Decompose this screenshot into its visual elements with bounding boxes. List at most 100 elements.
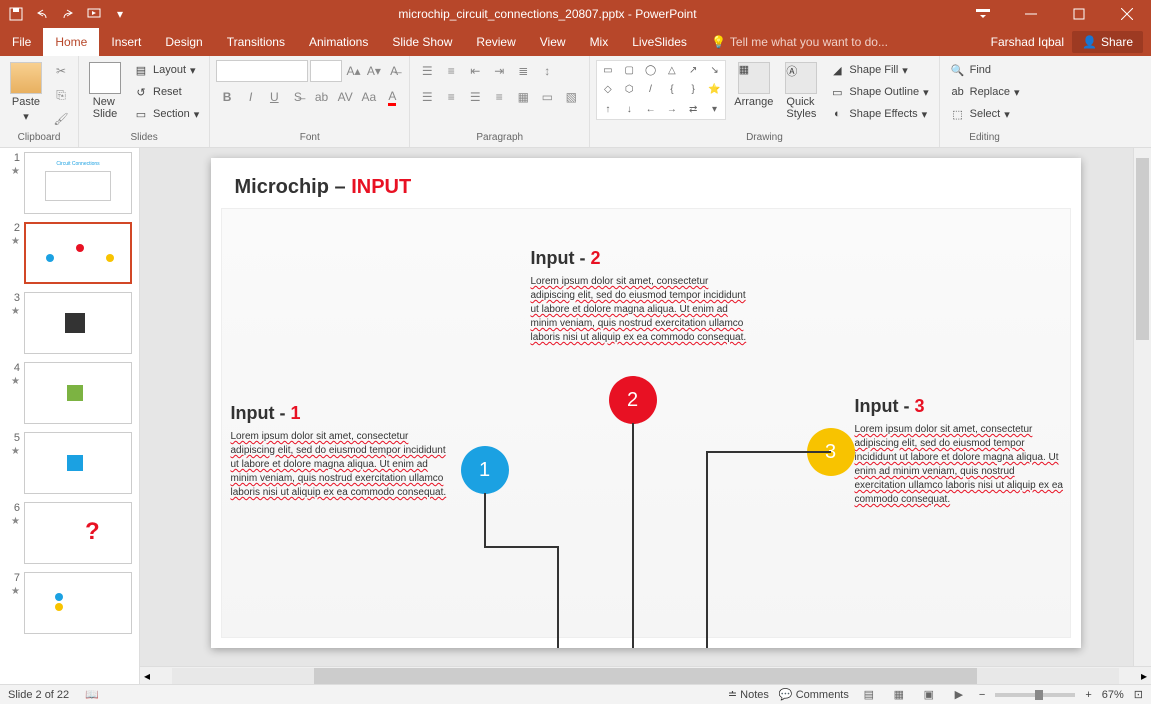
circle-1[interactable]: 1 (461, 446, 509, 494)
zoom-thumb[interactable] (1035, 690, 1043, 700)
case-icon[interactable]: Aa (358, 86, 380, 108)
thumb-1[interactable]: 1★Circuit Connections (4, 152, 135, 214)
redo-icon[interactable] (56, 2, 80, 26)
slide-title[interactable]: Microchip – INPUT (235, 176, 412, 199)
hscroll-thumb[interactable] (314, 668, 977, 684)
input-block-1[interactable]: Input - 1 Lorem ipsum dolor sit amet, co… (231, 403, 451, 500)
zoom-out-icon[interactable]: − (979, 689, 985, 701)
ribbon-options-icon[interactable] (963, 2, 1003, 26)
shapes-gallery[interactable]: ▭▢◯△↗↘ ◇⬡/{}⭐ ↑↓←→⇄▾ (596, 60, 726, 120)
replace-button[interactable]: abReplace▾ (946, 82, 1024, 102)
input-block-3[interactable]: Input - 3 Lorem ipsum dolor sit amet, co… (855, 396, 1065, 507)
reset-button[interactable]: ↺Reset (129, 82, 203, 102)
minimize-icon[interactable] (1011, 2, 1051, 26)
shrink-font-icon[interactable]: A▾ (365, 60, 383, 82)
reading-view-icon[interactable]: ▣ (919, 687, 939, 703)
slide-thumbnail-panel[interactable]: 1★Circuit Connections 2★ 3★ 4★ 5★ 6★? 7★ (0, 148, 140, 684)
tab-file[interactable]: File (0, 28, 43, 56)
tab-animations[interactable]: Animations (297, 28, 380, 56)
line-spacing-icon[interactable]: ≣ (512, 60, 534, 82)
vertical-scrollbar[interactable] (1133, 148, 1151, 666)
fit-window-icon[interactable]: ⊡ (1134, 688, 1143, 701)
shadow-icon[interactable]: ab (311, 86, 333, 108)
thumb-4[interactable]: 4★ (4, 362, 135, 424)
bold-icon[interactable]: B (216, 86, 238, 108)
slideshow-view-icon[interactable]: ▶ (949, 687, 969, 703)
vscroll-thumb[interactable] (1136, 158, 1149, 339)
sorter-view-icon[interactable]: ▦ (889, 687, 909, 703)
close-icon[interactable] (1107, 2, 1147, 26)
numbering-icon[interactable]: ≡ (440, 60, 462, 82)
section-button[interactable]: ▭Section▾ (129, 104, 203, 124)
thumb-3[interactable]: 3★ (4, 292, 135, 354)
font-name-combo[interactable] (216, 60, 307, 82)
notes-button[interactable]: ≐ Notes (728, 688, 769, 701)
format-painter-icon[interactable]: 🖌 (50, 108, 72, 130)
underline-icon[interactable]: U (263, 86, 285, 108)
increase-indent-icon[interactable]: ⇥ (488, 60, 510, 82)
canvas-scroll[interactable]: Microchip – INPUT Input - 2 Lorem ipsum … (140, 148, 1151, 666)
tab-design[interactable]: Design (153, 28, 214, 56)
shape-fill-button[interactable]: ◢Shape Fill▾ (825, 60, 932, 80)
tab-insert[interactable]: Insert (99, 28, 153, 56)
strikethrough-icon[interactable]: S̶ (287, 86, 309, 108)
thumb-7[interactable]: 7★ (4, 572, 135, 634)
slide-counter[interactable]: Slide 2 of 22 (8, 689, 69, 701)
smartart-icon[interactable]: ▧ (560, 86, 582, 108)
bullets-icon[interactable]: ☰ (416, 60, 438, 82)
tell-me-search[interactable]: 💡 Tell me what you want to do... (699, 35, 991, 49)
columns-icon[interactable]: ▦ (512, 86, 534, 108)
find-button[interactable]: 🔍Find (946, 60, 1024, 80)
tab-transitions[interactable]: Transitions (215, 28, 297, 56)
align-center-icon[interactable]: ≡ (440, 86, 462, 108)
undo-icon[interactable] (30, 2, 54, 26)
circle-2[interactable]: 2 (609, 376, 657, 424)
zoom-slider[interactable] (995, 693, 1075, 697)
user-name[interactable]: Farshad Iqbal (991, 35, 1064, 49)
cut-icon[interactable]: ✂ (50, 60, 72, 82)
align-right-icon[interactable]: ☰ (464, 86, 486, 108)
arrange-button[interactable]: ▦Arrange (730, 60, 777, 110)
decrease-indent-icon[interactable]: ⇤ (464, 60, 486, 82)
italic-icon[interactable]: I (240, 86, 262, 108)
copy-icon[interactable]: ⎘ (50, 84, 72, 106)
text-direction-icon[interactable]: ↕ (536, 60, 558, 82)
font-size-combo[interactable] (310, 60, 343, 82)
justify-icon[interactable]: ≡ (488, 86, 510, 108)
save-icon[interactable] (4, 2, 28, 26)
grow-font-icon[interactable]: A▴ (344, 60, 362, 82)
paste-button[interactable]: Paste▾ (6, 60, 46, 125)
thumb-5[interactable]: 5★ (4, 432, 135, 494)
slide-canvas[interactable]: Microchip – INPUT Input - 2 Lorem ipsum … (211, 158, 1081, 648)
select-button[interactable]: ⬚Select▾ (946, 104, 1024, 124)
font-color-icon[interactable]: A (382, 86, 404, 108)
shape-effects-button[interactable]: ◐Shape Effects▾ (825, 104, 932, 124)
comments-button[interactable]: 💬 Comments (779, 688, 849, 701)
maximize-icon[interactable] (1059, 2, 1099, 26)
new-slide-button[interactable]: New Slide (85, 60, 125, 122)
zoom-in-icon[interactable]: + (1085, 689, 1091, 701)
layout-button[interactable]: ▤Layout▾ (129, 60, 203, 80)
input-block-2[interactable]: Input - 2 Lorem ipsum dolor sit amet, co… (531, 248, 751, 345)
share-button[interactable]: 👤Share (1072, 31, 1143, 53)
spell-check-icon[interactable]: 📖 (85, 688, 99, 701)
thumb-2[interactable]: 2★ (4, 222, 135, 284)
normal-view-icon[interactable]: ▤ (859, 687, 879, 703)
tab-slideshow[interactable]: Slide Show (380, 28, 464, 56)
tab-liveslides[interactable]: LiveSlides (620, 28, 699, 56)
tab-review[interactable]: Review (464, 28, 527, 56)
shape-outline-button[interactable]: ▭Shape Outline▾ (825, 82, 932, 102)
tab-mix[interactable]: Mix (578, 28, 621, 56)
thumb-6[interactable]: 6★? (4, 502, 135, 564)
horizontal-scrollbar[interactable]: ◂▸ (140, 666, 1151, 684)
zoom-level[interactable]: 67% (1102, 689, 1124, 701)
tab-view[interactable]: View (528, 28, 578, 56)
tab-home[interactable]: Home (43, 28, 99, 56)
start-from-beginning-icon[interactable] (82, 2, 106, 26)
qat-dropdown-icon[interactable]: ▾ (108, 2, 132, 26)
spacing-icon[interactable]: AV (334, 86, 356, 108)
align-text-icon[interactable]: ▭ (536, 86, 558, 108)
align-left-icon[interactable]: ☰ (416, 86, 438, 108)
clear-format-icon[interactable]: A̶ (385, 60, 403, 82)
quick-styles-button[interactable]: ⒶQuick Styles (781, 60, 821, 122)
